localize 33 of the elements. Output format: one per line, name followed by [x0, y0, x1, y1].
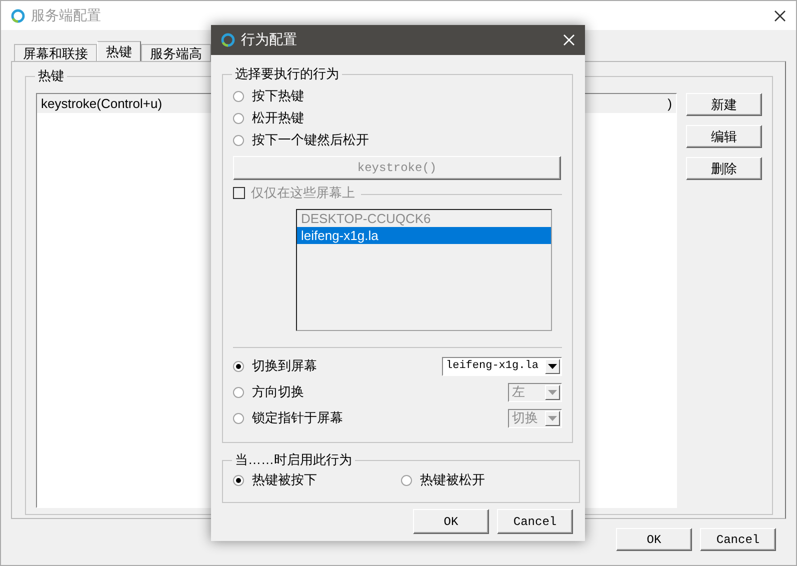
- app-logo-icon: [11, 8, 25, 22]
- dropdown-arrow-icon[interactable]: [548, 364, 557, 368]
- group-title: 热键: [37, 67, 65, 85]
- hotkey-button[interactable]: 新建: [686, 93, 762, 116]
- dropdown[interactable]: leifeng-x1g.la: [442, 356, 562, 376]
- radio-button[interactable]: [401, 474, 412, 486]
- screen-list[interactable]: DESKTOP-CCUQCK6 leifeng-x1g.la: [296, 209, 552, 331]
- radio-button[interactable]: [233, 112, 244, 124]
- radio-label[interactable]: 热键被按下: [252, 471, 317, 489]
- tab[interactable]: 屏幕和联接: [14, 44, 97, 61]
- radio-label[interactable]: 按下热键: [252, 87, 304, 105]
- close-icon[interactable]: [774, 10, 786, 22]
- radio-button[interactable]: [233, 474, 244, 486]
- radio-button[interactable]: [233, 360, 244, 372]
- dialog-title: 行为配置: [241, 31, 297, 49]
- app-logo-icon: [221, 33, 235, 47]
- hotkey-button[interactable]: 删除: [686, 157, 762, 180]
- hotkey-button[interactable]: 编辑: [686, 125, 762, 148]
- radio-button[interactable]: [233, 134, 244, 146]
- radio-label[interactable]: 切换到屏幕: [252, 357, 317, 375]
- group-title: 选择要执行的行为: [234, 65, 340, 83]
- ok-button[interactable]: OK: [616, 528, 692, 551]
- radio-label[interactable]: 松开热键: [252, 109, 304, 127]
- tab[interactable]: 服务端高: [141, 44, 211, 61]
- radio-label[interactable]: 按下一个键然后松开: [252, 131, 369, 149]
- window-title: 服务端配置: [31, 6, 101, 24]
- radio-button[interactable]: [233, 90, 244, 102]
- ok-button[interactable]: OK: [413, 509, 489, 534]
- cancel-button[interactable]: Cancel: [700, 528, 776, 551]
- radio-label[interactable]: 热键被松开: [420, 471, 485, 489]
- group-title: 当……时启用此行为: [234, 451, 353, 469]
- list-item[interactable]: leifeng-x1g.la: [297, 227, 551, 244]
- cancel-button[interactable]: Cancel: [497, 509, 573, 534]
